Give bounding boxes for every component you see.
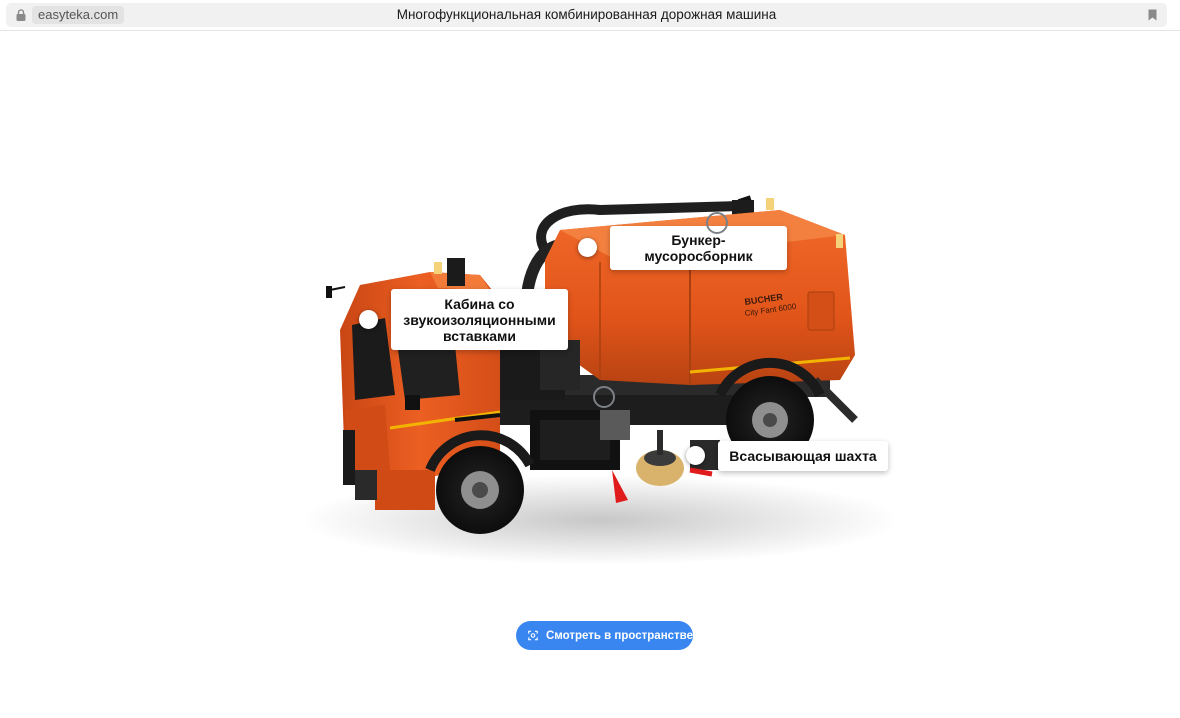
page-title: Многофункциональная комбинированная доро… [396, 7, 777, 22]
browser-top-bar: easyteka.com Многофункциональная комбини… [0, 0, 1180, 31]
bookmark-icon[interactable] [1148, 9, 1157, 21]
hotspot-cabin-dot[interactable] [359, 310, 378, 329]
view-in-space-label: Смотреть в пространстве [545, 629, 693, 642]
ar-view-icon [528, 630, 538, 641]
address-bar[interactable]: easyteka.com Многофункциональная комбини… [6, 3, 1167, 27]
hotspot-hopper-label[interactable]: Бункер-мусоросборник [610, 226, 787, 270]
view-in-space-button[interactable]: Смотреть в пространстве [516, 621, 693, 650]
hotspot-cabin-label[interactable]: Кабина со звукоизоляционными вставками [391, 289, 568, 350]
model-viewer[interactable]: BUCHER City Fant 6000 Кабина со звукоизо… [0, 31, 1180, 718]
hotspot-suction-dot[interactable] [686, 446, 705, 465]
hotspot-suction-label[interactable]: Всасывающая шахта [718, 441, 888, 471]
street-sweeper-truck-model[interactable]: BUCHER City Fant 6000 [0, 31, 1180, 718]
hotspot-hopper-dot[interactable] [578, 238, 597, 257]
hotspot-ring-top[interactable] [706, 212, 728, 234]
hotspot-ring-middle[interactable] [593, 386, 615, 408]
